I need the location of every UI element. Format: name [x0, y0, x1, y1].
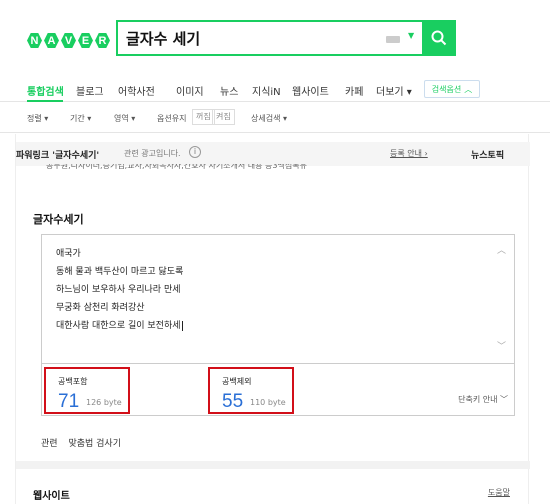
naver-logo[interactable]: N A V E R	[27, 33, 110, 48]
register-guide-link[interactable]: 등록 안내 ›	[390, 148, 428, 159]
search-tabs: 통합검색 블로그 어학사전 이미지 뉴스 지식iN 웹사이트 카페 더보기 ▾ …	[0, 78, 550, 102]
editor-line-text: 대한사람 대한으로 길이 보전하세	[56, 321, 181, 331]
filter-sort-label: 정렬	[27, 114, 42, 123]
tab-news[interactable]: 뉴스	[220, 83, 238, 98]
search-box: ▼	[116, 20, 456, 56]
keyboard-icon[interactable]	[386, 36, 400, 43]
tab-kin[interactable]: 지식iN	[252, 83, 281, 98]
section-divider	[16, 461, 530, 469]
scroll-down-icon[interactable]: ﹀	[497, 339, 506, 352]
caret-down-icon[interactable]: ▼	[408, 31, 414, 40]
editor-line: 무궁화 삼천리 화려강산	[56, 303, 145, 313]
main-content: 파워링크 '글자수세기' 관련 광고입니다. i 등록 안내 › 뉴스토픽 공무…	[15, 134, 530, 504]
logo-letter: E	[78, 33, 93, 48]
chevron-up-icon: ︿	[464, 84, 473, 94]
search-option-button[interactable]: 검색옵션 ︿	[424, 80, 480, 98]
power-link-bar: 파워링크 '글자수세기' 관련 광고입니다. i 등록 안내 › 뉴스토픽	[16, 142, 530, 166]
info-icon[interactable]: i	[189, 146, 201, 158]
news-topic-title[interactable]: 뉴스토픽	[471, 148, 504, 161]
text-editor[interactable]: 애국가 동해 물과 백두산이 마르고 닳도록 하느님이 보우하사 우리나라 만세…	[41, 234, 515, 364]
search-input[interactable]	[126, 28, 376, 48]
logo-letter: N	[27, 33, 42, 48]
logo-letter: R	[95, 33, 110, 48]
power-link-title: 파워링크 '글자수세기'	[16, 151, 100, 161]
count-with-space-value: 71	[58, 391, 80, 412]
count-with-space-label: 공백포함	[58, 377, 88, 386]
tab-more[interactable]: 더보기 ▾	[376, 83, 412, 98]
editor-content: 애국가 동해 물과 백두산이 마르고 닳도록 하느님이 보우하사 우리나라 만세…	[56, 245, 183, 335]
search-button[interactable]	[422, 20, 456, 56]
editor-line: 동해 물과 백두산이 마르고 닳도록	[56, 267, 184, 277]
related-label: 관련	[41, 439, 58, 449]
filter-area[interactable]: 영역 ▾	[114, 113, 135, 124]
tab-more-label: 더보기	[376, 87, 404, 98]
logo-letter: V	[61, 33, 76, 48]
count-with-space: 공백포함 71 126 byte	[44, 367, 130, 414]
filter-detail-label: 상세검색	[251, 114, 281, 123]
count-bar: 공백포함 71 126 byte 공백제외 55 110 byte 단축키 안내…	[41, 364, 515, 416]
count-without-space-label: 공백제외	[222, 377, 252, 386]
website-section-title: 웹사이트	[33, 491, 70, 502]
editor-line-last: 대한사람 대한으로 길이 보전하세	[56, 317, 183, 335]
help-link[interactable]: 도움말	[488, 487, 510, 498]
register-guide-label: 등록 안내	[390, 149, 422, 158]
tab-dictionary[interactable]: 어학사전	[118, 83, 155, 98]
filter-period[interactable]: 기간 ▾	[70, 113, 91, 124]
active-tab-indicator	[27, 100, 63, 102]
tab-image[interactable]: 이미지	[176, 83, 204, 98]
scroll-up-icon[interactable]: ︿	[497, 243, 506, 256]
search-icon	[431, 30, 447, 46]
filter-detail[interactable]: 상세검색 ▾	[251, 113, 287, 124]
count-without-space: 공백제외 55 110 byte	[208, 367, 294, 414]
tab-integrated[interactable]: 통합검색	[27, 83, 64, 98]
spell-check-link[interactable]: 맞춤법 검사기	[68, 439, 121, 449]
count-without-space-value: 55	[222, 391, 244, 412]
tab-blog[interactable]: 블로그	[76, 83, 104, 98]
search-option-label: 검색옵션	[431, 84, 462, 94]
filter-bar: 정렬 ▾ 기간 ▾ 영역 ▾ 옵션유지 꺼짐 켜짐 상세검색 ▾	[0, 103, 550, 133]
shortcut-guide-button[interactable]: 단축키 안내 ﹀	[458, 394, 508, 405]
editor-line: 하느님이 보우하사 우리나라 만세	[56, 285, 181, 295]
count-without-space-bytes: 110 byte	[250, 398, 286, 407]
power-link-ad-text: 관련 광고입니다.	[124, 149, 181, 158]
related-links: 관련 맞춤법 검사기	[41, 436, 121, 449]
tab-cafe[interactable]: 카페	[345, 83, 363, 98]
filter-sort[interactable]: 정렬 ▾	[27, 113, 48, 124]
truncated-ad-text: 공무원,디자이너,증기업,교사,자회복사자,간호사 자기소개서 내용 등3백섬록…	[46, 164, 307, 170]
text-cursor	[181, 320, 183, 331]
tab-website[interactable]: 웹사이트	[292, 83, 329, 98]
filter-period-label: 기간	[70, 114, 85, 123]
chip-on[interactable]: 켜짐	[212, 109, 235, 125]
shortcut-guide-label: 단축키 안내	[458, 395, 498, 404]
filter-area-label: 영역	[114, 114, 129, 123]
filter-keep-option: 옵션유지	[157, 114, 187, 123]
count-with-space-bytes: 126 byte	[86, 398, 122, 407]
counter-title: 글자수세기	[33, 213, 84, 226]
editor-line: 애국가	[56, 249, 81, 259]
logo-letter: A	[44, 33, 59, 48]
